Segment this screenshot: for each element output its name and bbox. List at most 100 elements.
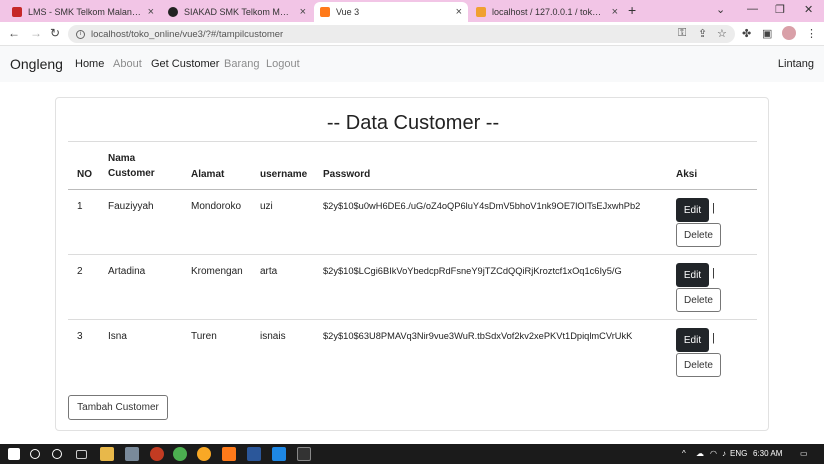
col-header-password: Password <box>323 169 371 180</box>
delete-button[interactable]: Delete <box>676 223 721 247</box>
edit-button[interactable]: Edit <box>676 198 709 222</box>
camera-icon[interactable] <box>125 447 139 461</box>
cell-alamat: Mondoroko <box>191 201 242 212</box>
close-tab-icon[interactable]: × <box>456 6 462 18</box>
forward-icon[interactable]: → <box>30 26 42 40</box>
browser-tab-lms[interactable]: LMS - SMK Telkom Malang: Log × <box>6 2 160 22</box>
cloud-icon[interactable]: ☁ <box>696 449 704 458</box>
cell-nama: Artadina <box>108 266 146 277</box>
tab-title: LMS - SMK Telkom Malang: Log <box>28 7 142 17</box>
notification-icon[interactable]: ▭ <box>800 449 808 458</box>
close-tab-icon[interactable]: × <box>300 6 306 18</box>
app-navbar: Ongleng Home About Get Customer Barang L… <box>0 46 824 82</box>
cell-alamat: Turen <box>191 331 217 342</box>
close-window-icon[interactable]: ✕ <box>804 3 813 16</box>
side-panel-icon[interactable]: ▣ <box>762 27 772 40</box>
vscode-icon[interactable] <box>272 447 286 461</box>
task-view-icon[interactable] <box>76 450 87 459</box>
action-separator: | <box>712 267 715 279</box>
cell-password: $2y$10$LCgi6BIkVoYbedcpRdFsneY9jTZCdQQiR… <box>323 266 622 276</box>
nav-link-get-customer[interactable]: Get Customer <box>151 58 219 70</box>
vue-favicon-icon <box>320 7 330 17</box>
new-tab-icon[interactable]: + <box>628 2 636 18</box>
back-icon[interactable]: ← <box>8 26 20 40</box>
share-icon[interactable]: ⇪ <box>698 27 707 40</box>
address-bar[interactable]: i localhost/toko_online/vue3/?#/tampilcu… <box>68 25 735 43</box>
delete-button[interactable]: Delete <box>676 353 721 377</box>
search-icon[interactable] <box>30 449 40 459</box>
title-divider <box>68 141 757 142</box>
edit-button[interactable]: Edit <box>676 328 709 352</box>
bookmark-star-icon[interactable]: ☆ <box>717 27 727 40</box>
app-icon[interactable] <box>150 447 164 461</box>
col-header-no: NO <box>77 169 92 180</box>
nav-link-home[interactable]: Home <box>75 58 104 70</box>
xampp-icon[interactable] <box>222 447 236 461</box>
browser-tab-vue3[interactable]: Vue 3 × <box>314 2 468 22</box>
lms-favicon-icon <box>12 7 22 17</box>
chrome-icon[interactable] <box>173 447 187 461</box>
add-customer-button[interactable]: Tambah Customer <box>68 395 168 420</box>
cell-no: 3 <box>77 331 83 342</box>
action-separator: | <box>712 202 715 214</box>
profile-avatar[interactable] <box>782 26 796 40</box>
delete-button[interactable]: Delete <box>676 288 721 312</box>
chrome-canary-icon[interactable] <box>197 447 211 461</box>
close-tab-icon[interactable]: × <box>148 6 154 18</box>
browser-tab-phpmyadmin[interactable]: localhost / 127.0.0.1 / toko / use × <box>470 2 624 22</box>
header-divider <box>68 189 757 190</box>
action-separator: | <box>712 332 715 344</box>
tab-title: localhost / 127.0.0.1 / toko / use <box>492 7 606 17</box>
extensions-icon[interactable]: ✤ <box>742 27 751 40</box>
minimize-icon[interactable]: — <box>747 3 758 15</box>
edit-button[interactable]: Edit <box>676 263 709 287</box>
cell-nama: Fauziyyah <box>108 201 154 212</box>
browser-tab-strip: LMS - SMK Telkom Malang: Log × SIAKAD SM… <box>0 0 824 22</box>
nav-link-about[interactable]: About <box>113 58 142 70</box>
siakad-favicon-icon <box>168 7 178 17</box>
page-title: -- Data Customer -- <box>326 112 500 134</box>
col-header-nama-customer: Nama Customer <box>108 153 155 179</box>
cell-alamat: Kromengan <box>191 266 243 277</box>
tray-chevron-icon[interactable]: ^ <box>682 449 686 458</box>
address-text: localhost/toko_online/vue3/?#/tampilcust… <box>91 28 284 40</box>
language-indicator[interactable]: ENG <box>730 449 747 458</box>
windows-taskbar: ^ ☁ ◠ ♪ ENG 6:30 AM ▭ <box>0 444 824 464</box>
file-explorer-icon[interactable] <box>100 447 114 461</box>
nav-user-name[interactable]: Lintang <box>778 58 814 70</box>
cell-username: isnais <box>260 331 286 342</box>
terminal-icon[interactable] <box>297 447 311 461</box>
clock[interactable]: 6:30 AM <box>753 449 782 458</box>
col-header-alamat: Alamat <box>191 169 225 180</box>
reload-icon[interactable]: ↻ <box>50 26 60 40</box>
word-icon[interactable] <box>247 447 261 461</box>
key-icon[interactable]: ⚿ <box>678 27 686 40</box>
tab-search-icon[interactable]: ⌄ <box>716 3 725 16</box>
tab-title: SIAKAD SMK Telkom Malang <box>184 7 294 17</box>
row-divider <box>68 319 757 320</box>
windows-start-icon[interactable] <box>8 448 20 460</box>
row-divider <box>68 254 757 255</box>
cell-nama: Isna <box>108 331 127 342</box>
restore-icon[interactable]: ❐ <box>775 3 785 16</box>
cell-username: arta <box>260 266 278 277</box>
browser-menu-icon[interactable]: ⋮ <box>806 27 817 40</box>
nav-link-logout[interactable]: Logout <box>266 58 300 70</box>
cell-password: $2y$10$u0wH6DE6./uG/oZ4oQP6luY4sDmV5bhoV… <box>323 201 641 211</box>
phpmyadmin-favicon-icon <box>476 7 486 17</box>
site-info-icon[interactable]: i <box>76 29 85 39</box>
browser-toolbar: ← → ↻ i localhost/toko_online/vue3/?#/ta… <box>0 22 824 46</box>
cell-no: 1 <box>77 201 83 212</box>
nav-link-barang[interactable]: Barang <box>224 58 259 70</box>
browser-tab-siakad[interactable]: SIAKAD SMK Telkom Malang × <box>162 2 312 22</box>
navbar-brand[interactable]: Ongleng <box>10 56 63 72</box>
close-tab-icon[interactable]: × <box>612 6 618 18</box>
col-header-username: username <box>260 169 308 180</box>
cell-username: uzi <box>260 201 273 212</box>
volume-icon[interactable]: ♪ <box>722 449 726 458</box>
tab-title: Vue 3 <box>336 7 360 17</box>
wifi-icon[interactable]: ◠ <box>710 449 717 458</box>
cortana-icon[interactable] <box>52 449 62 459</box>
customer-card: -- Data Customer -- NO Nama Customer Ala… <box>55 97 769 431</box>
col-header-aksi: Aksi <box>676 169 698 180</box>
